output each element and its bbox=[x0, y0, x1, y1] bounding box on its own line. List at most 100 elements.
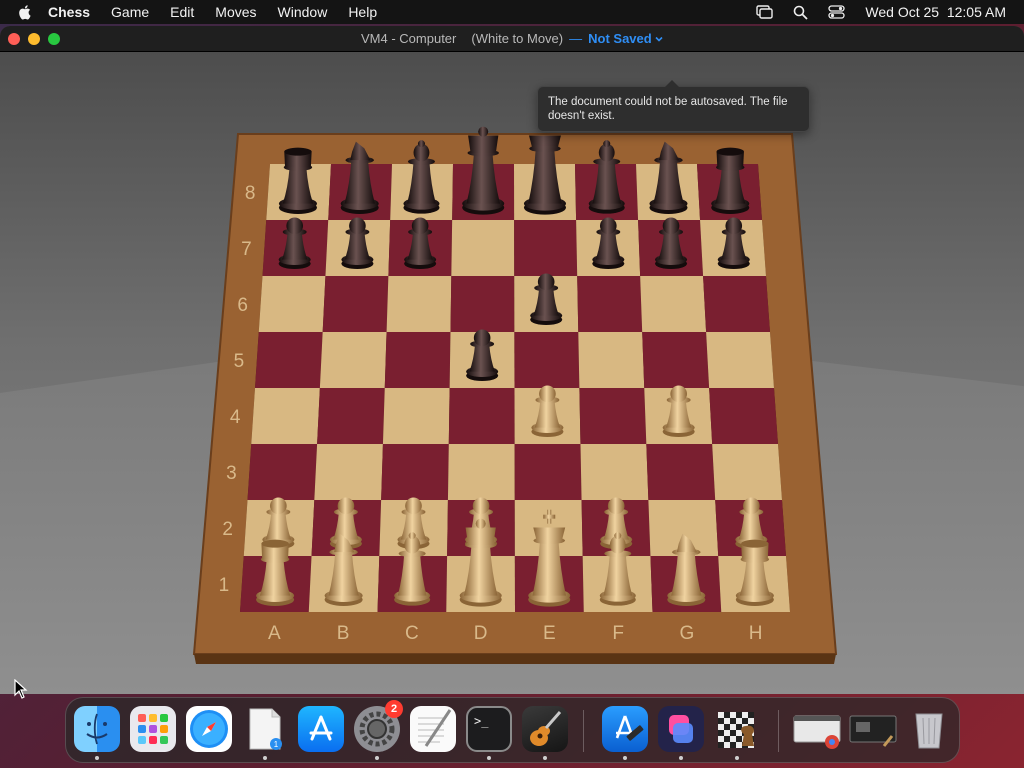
file-label-g: G bbox=[679, 623, 694, 644]
svg-text:>_: >_ bbox=[474, 714, 489, 728]
square-g6[interactable] bbox=[640, 276, 707, 332]
safari-icon[interactable] bbox=[186, 706, 232, 752]
menu-window[interactable]: Window bbox=[278, 4, 328, 20]
square-c3[interactable] bbox=[381, 444, 449, 500]
menu-help[interactable]: Help bbox=[348, 4, 377, 20]
rank-label-7: 7 bbox=[241, 239, 252, 260]
rank-label-4: 4 bbox=[230, 407, 241, 428]
xcode-icon[interactable] bbox=[602, 706, 648, 752]
square-f5[interactable] bbox=[578, 332, 645, 388]
square-b6[interactable] bbox=[322, 276, 389, 332]
save-state-label: Not Saved bbox=[588, 31, 652, 46]
chess-icon[interactable] bbox=[714, 706, 760, 752]
menu-moves[interactable]: Moves bbox=[215, 4, 256, 20]
square-f6[interactable] bbox=[577, 276, 643, 332]
trash-icon[interactable] bbox=[906, 706, 952, 752]
square-b3[interactable] bbox=[314, 444, 383, 500]
square-a5[interactable] bbox=[255, 332, 323, 388]
chevron-down-icon bbox=[655, 36, 663, 42]
square-d7[interactable] bbox=[451, 220, 515, 276]
square-b5[interactable] bbox=[319, 332, 387, 388]
file-label-b: B bbox=[337, 623, 350, 644]
svg-text:1: 1 bbox=[274, 740, 279, 749]
zoom-window-button[interactable] bbox=[48, 33, 60, 45]
xcode-running-indicator bbox=[623, 756, 627, 760]
file-label-h: H bbox=[749, 623, 763, 644]
board-scene: 8 7 6 5 4 3 2 1 A B C D E F G H The document could not … bbox=[0, 52, 1024, 694]
file-label-f: F bbox=[612, 623, 624, 644]
launchpad-icon[interactable] bbox=[130, 706, 176, 752]
menu-game[interactable]: Game bbox=[111, 4, 149, 20]
square-c6[interactable] bbox=[386, 276, 452, 332]
square-e5[interactable] bbox=[514, 332, 580, 388]
square-h4[interactable] bbox=[709, 388, 778, 444]
minimize-window-button[interactable] bbox=[28, 33, 40, 45]
document-running-indicator bbox=[263, 756, 267, 760]
menu-edit[interactable]: Edit bbox=[170, 4, 194, 20]
turn-status: (White to Move) bbox=[471, 31, 564, 46]
rank-label-2: 2 bbox=[222, 519, 233, 540]
document-title: VM4 - Computer bbox=[361, 31, 457, 46]
screen-mirroring-icon[interactable] bbox=[756, 5, 774, 19]
finder-icon[interactable] bbox=[74, 706, 120, 752]
square-g3[interactable] bbox=[646, 444, 716, 500]
square-b4[interactable] bbox=[317, 388, 385, 444]
square-a4[interactable] bbox=[251, 388, 320, 444]
terminal-running-indicator bbox=[487, 756, 491, 760]
square-c4[interactable] bbox=[382, 388, 450, 444]
dock-divider-2 bbox=[778, 710, 779, 752]
rank-label-5: 5 bbox=[234, 351, 245, 372]
square-c5[interactable] bbox=[384, 332, 451, 388]
square-a3[interactable] bbox=[247, 444, 318, 500]
shortcuts-running-indicator bbox=[679, 756, 683, 760]
mouse-cursor-icon bbox=[14, 679, 28, 699]
app-store-icon[interactable] bbox=[298, 706, 344, 752]
preview-window-icon[interactable] bbox=[848, 706, 898, 752]
title-bar[interactable]: VM4 - Computer (White to Move) — Not Sav… bbox=[0, 26, 1024, 52]
square-h5[interactable] bbox=[706, 332, 774, 388]
menu-chess[interactable]: Chess bbox=[48, 4, 90, 20]
save-state-menu[interactable]: Not Saved bbox=[588, 31, 664, 46]
dock-divider bbox=[583, 710, 584, 752]
document-icon[interactable]: 1 bbox=[242, 706, 288, 752]
chrome-window-icon[interactable] bbox=[792, 706, 842, 752]
settings-badge: 2 bbox=[385, 700, 403, 718]
file-label-d: D bbox=[474, 623, 488, 644]
garageband-icon[interactable] bbox=[522, 706, 568, 752]
file-label-e: E bbox=[543, 623, 556, 644]
board-frame-edge bbox=[194, 654, 836, 664]
file-label-a: A bbox=[268, 623, 281, 644]
rank-label-6: 6 bbox=[237, 295, 248, 316]
chess-board[interactable]: 8 7 6 5 4 3 2 1 A B C D E F G H bbox=[0, 52, 1024, 694]
finder-running-indicator bbox=[95, 756, 99, 760]
menubar-clock[interactable]: Wed Oct 25 12:05 AM bbox=[865, 4, 1006, 20]
terminal-icon[interactable]: >_ bbox=[466, 706, 512, 752]
settings-running-indicator bbox=[375, 756, 379, 760]
square-e3[interactable] bbox=[514, 444, 582, 500]
apple-menu-icon[interactable] bbox=[18, 4, 34, 20]
autosave-tooltip: The document could not be autosaved. The… bbox=[537, 80, 810, 132]
square-d4[interactable] bbox=[448, 388, 515, 444]
title-separator: — bbox=[569, 31, 583, 46]
square-f4[interactable] bbox=[579, 388, 647, 444]
shortcuts-icon[interactable] bbox=[658, 706, 704, 752]
square-d3[interactable] bbox=[447, 444, 515, 500]
spotlight-search-icon[interactable] bbox=[793, 5, 809, 20]
menu-bar: Chess Game Edit Moves Window Help Wed Oc… bbox=[0, 0, 1024, 24]
chess-window: VM4 - Computer (White to Move) — Not Sav… bbox=[0, 26, 1024, 694]
garageband-running-indicator bbox=[543, 756, 547, 760]
square-g5[interactable] bbox=[642, 332, 710, 388]
close-window-button[interactable] bbox=[8, 33, 20, 45]
window-title: VM4 - Computer (White to Move) — Not Sav… bbox=[361, 31, 664, 46]
file-label-c: C bbox=[405, 623, 419, 644]
square-a6[interactable] bbox=[258, 276, 326, 332]
square-e7[interactable] bbox=[514, 220, 578, 276]
square-d6[interactable] bbox=[450, 276, 515, 332]
chess-running-indicator bbox=[735, 756, 739, 760]
square-f3[interactable] bbox=[580, 444, 649, 500]
square-h3[interactable] bbox=[712, 444, 782, 500]
textedit-icon[interactable] bbox=[410, 706, 456, 752]
rank-label-1: 1 bbox=[219, 575, 230, 596]
square-h6[interactable] bbox=[703, 276, 770, 332]
control-center-icon[interactable] bbox=[828, 5, 846, 19]
